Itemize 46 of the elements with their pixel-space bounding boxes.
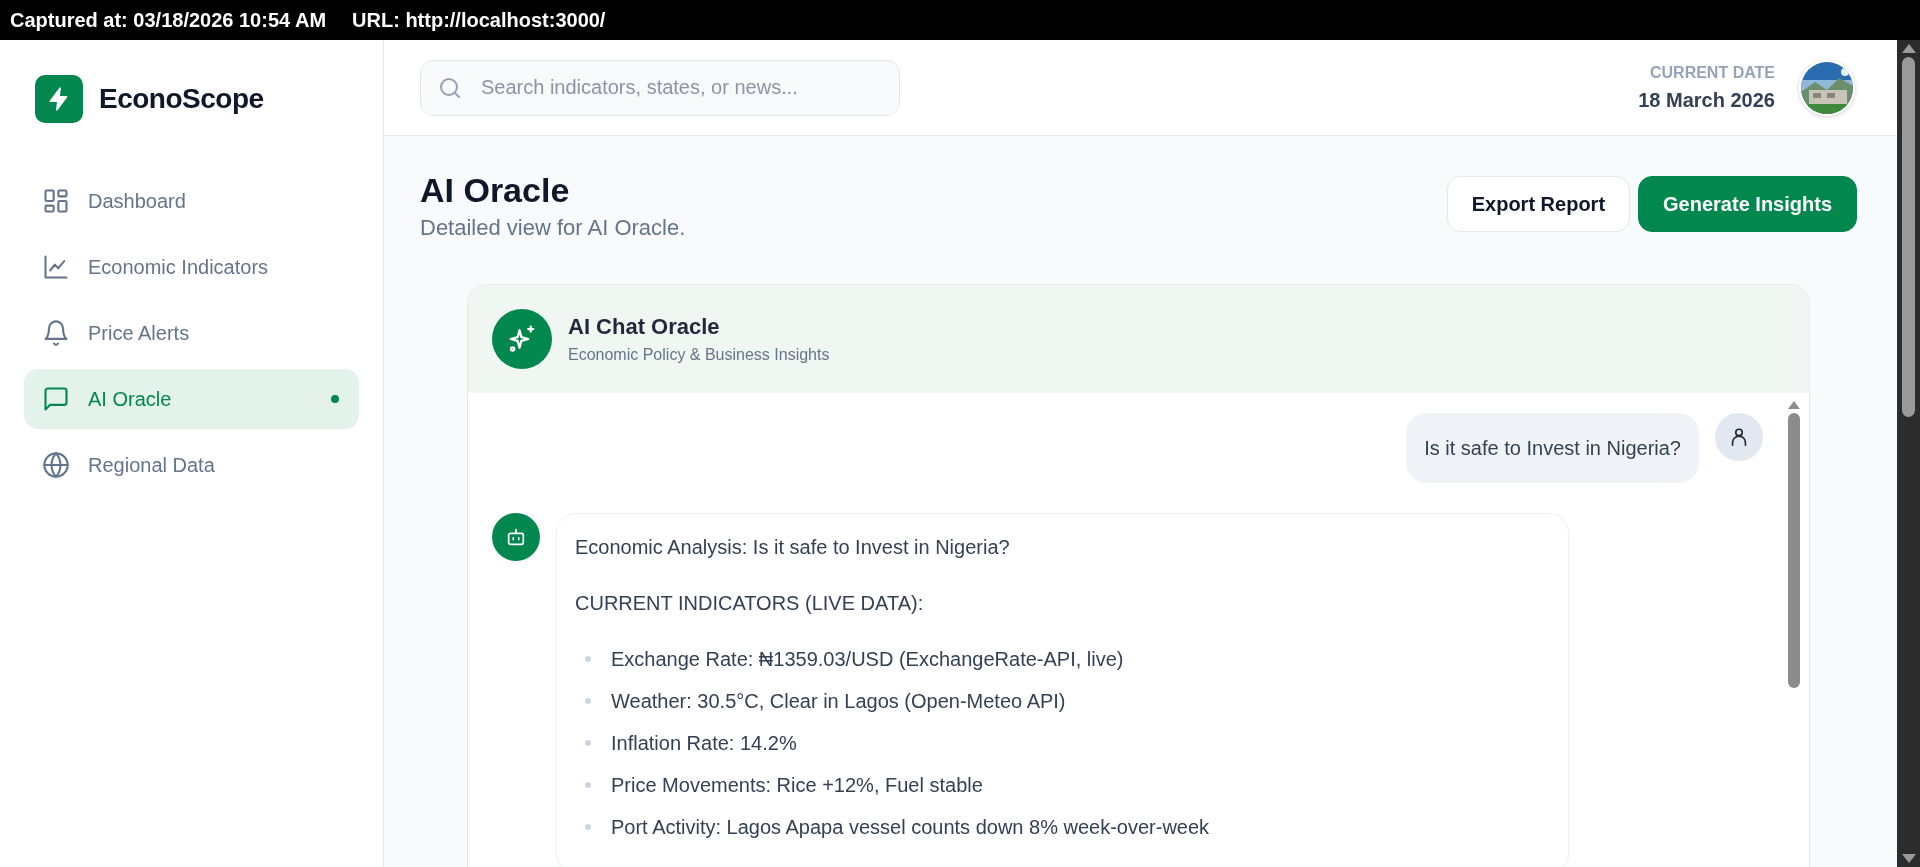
scroll-down-icon[interactable] [1901, 854, 1916, 863]
nav-item[interactable]: AI Oracle [24, 369, 359, 429]
search-icon [438, 75, 462, 100]
message-text: Is it safe to Invest in Nigeria? [1424, 435, 1681, 461]
scroll-up-icon[interactable] [1901, 44, 1916, 53]
current-date: 18 March 2026 [1638, 87, 1775, 113]
nav-item[interactable]: Price Alerts [24, 303, 359, 363]
robot-icon [492, 512, 540, 561]
chat-title: AI Chat Oracle [568, 313, 721, 342]
message-text: CURRENT INDICATORS (LIVE DATA): [575, 590, 925, 616]
nav-item[interactable]: Dashboard [24, 171, 359, 231]
brand-name: EconoScope [99, 82, 264, 116]
scrollbar-track[interactable] [1897, 40, 1920, 867]
scrollbar-thumb[interactable] [1788, 412, 1800, 688]
bullet-dot [585, 697, 591, 704]
export-button[interactable]: Export Report [1446, 176, 1631, 232]
capture-url: URL: http://localhost:3000/ [352, 8, 606, 33]
bell-icon [42, 319, 70, 347]
page-subtitle: Detailed view for AI Oracle. [420, 213, 686, 242]
nav-item[interactable]: Economic Indicators [24, 237, 359, 297]
list-item-text: Port Activity: Lagos Apapa vessel counts down 8% week-over-week [611, 814, 1210, 840]
chat-bubble-icon [42, 385, 70, 413]
list-item-text: Price Movements: Rice +12%, Fuel stable [611, 772, 983, 798]
capture-timestamp: Captured at: 03/18/2026 10:54 AM [10, 8, 327, 33]
bullet-dot [585, 655, 591, 662]
logo-icon [35, 75, 83, 123]
page-title: AI Oracle [420, 170, 571, 211]
search-field[interactable]: Search indicators, states, or news... [420, 59, 900, 116]
line-chart-icon [42, 253, 70, 281]
list-item-text: Weather: 30.5°C, Clear in Lagos (Open-Meteo API) [611, 688, 1066, 714]
grid-icon [42, 187, 70, 215]
scroll-up-icon[interactable] [1788, 400, 1800, 409]
active-dot [331, 395, 339, 403]
bullet-dot [585, 739, 591, 746]
nav-item[interactable]: Regional Data [24, 435, 359, 495]
user-icon [1715, 412, 1763, 461]
bullet-dot [585, 823, 591, 830]
list-item-text: Inflation Rate: 14.2% [611, 730, 797, 756]
generate-button[interactable]: Generate Insights [1638, 176, 1857, 232]
date-label: CURRENT DATE [1648, 62, 1775, 83]
scrollbar-thumb[interactable] [1902, 57, 1915, 417]
bullet-dot [585, 781, 591, 788]
list-item-text: Exchange Rate: ₦1359.03/USD (ExchangeRate-API, live) [611, 646, 1124, 672]
globe-icon [42, 451, 70, 479]
message-text: Economic Analysis: Is it safe to Invest in Nigeria? [575, 534, 1011, 560]
chat-subtitle: Economic Policy & Business Insights [568, 345, 830, 366]
